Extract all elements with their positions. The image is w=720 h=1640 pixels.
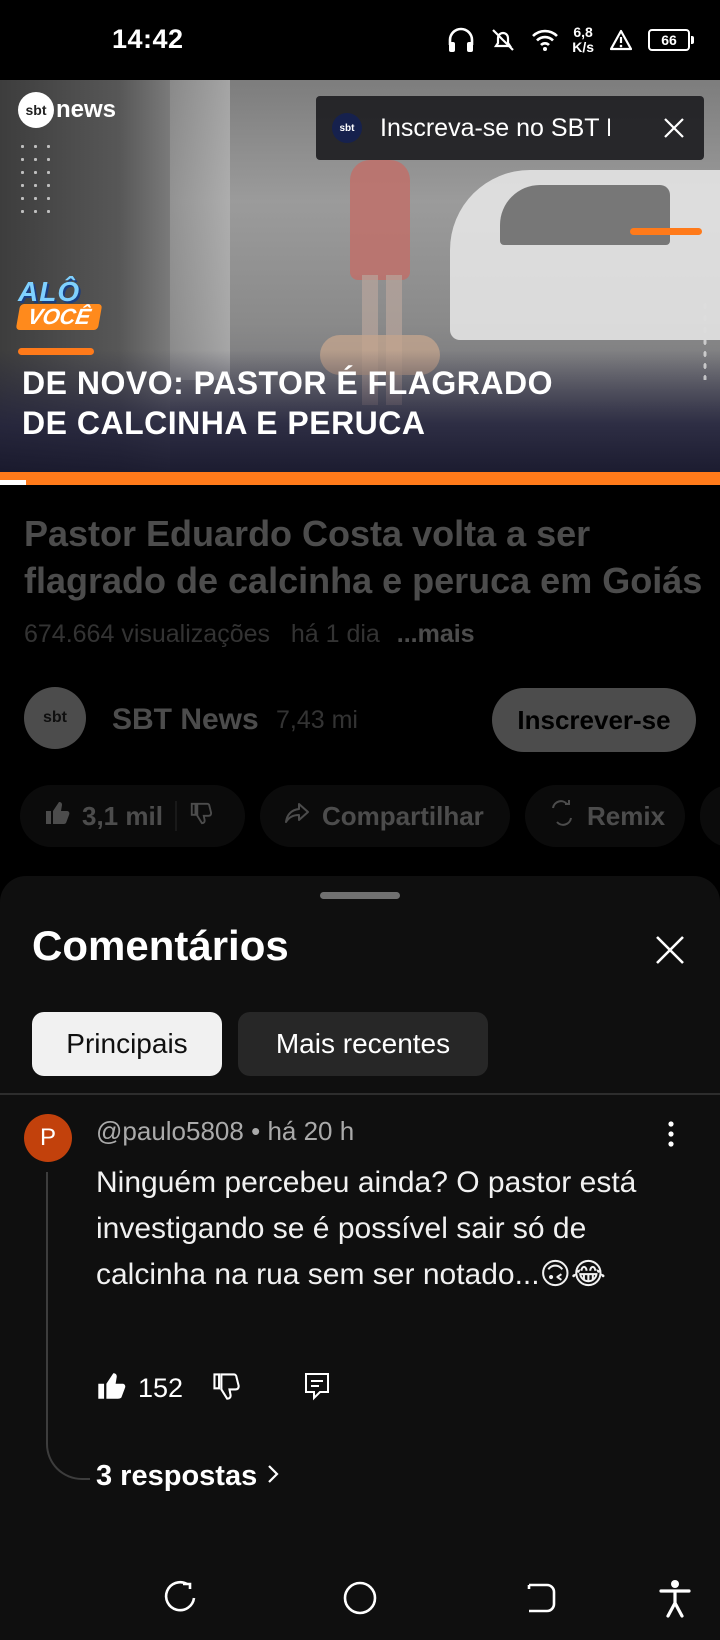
accessibility-icon[interactable] [652, 1575, 698, 1621]
chip-top-comments[interactable]: Principais [32, 1012, 222, 1076]
comment-actions: 152 [96, 1366, 331, 1410]
status-icons: 6,8 K/s 66 [446, 20, 694, 60]
alert-icon [606, 25, 636, 55]
sbt-logo-text: news [56, 96, 117, 123]
sbt-news-logo: sbt news [18, 92, 116, 128]
close-icon[interactable] [650, 930, 690, 970]
video-title-line2: flagrado de calcinha e peruca em Goiás [24, 560, 703, 601]
drag-handle[interactable] [320, 892, 400, 899]
share-button[interactable]: Compartilhar [260, 785, 510, 847]
pill-divider [174, 801, 177, 831]
video-headline-line1: DE NOVO: PASTOR É FLAGRADO [22, 365, 553, 401]
video-headline: DE NOVO: PASTOR É FLAGRADO DE CALCINHA E… [22, 363, 712, 443]
more-actions-pill[interactable] [700, 785, 720, 847]
like-count: 3,1 mil [82, 800, 163, 831]
avatar[interactable]: P [24, 1114, 72, 1162]
reply-icon[interactable] [303, 1371, 331, 1406]
remix-icon [549, 799, 575, 833]
close-icon[interactable] [660, 114, 688, 142]
alo-logo-bottom: VOCÊ [15, 304, 103, 330]
share-label: Compartilhar [322, 800, 484, 831]
recents-icon[interactable] [157, 1575, 203, 1621]
comment-like-count: 152 [138, 1372, 184, 1403]
remix-label: Remix [587, 800, 666, 831]
comment-header: @paulo5808 • há 20 h [96, 1116, 354, 1147]
speed-value: 6,8 [573, 24, 593, 40]
upload-age: há 1 dia [290, 620, 380, 648]
video-title[interactable]: Pastor Eduardo Costa volta a ser flagrad… [24, 510, 704, 604]
replies-label: 3 respostas [96, 1460, 258, 1492]
wifi-icon [530, 25, 560, 55]
video-meta[interactable]: 674.664 visualizações há 1 dia ...mais [24, 620, 475, 649]
like-dislike-pill[interactable]: 3,1 mil [20, 785, 245, 847]
subscribe-button[interactable]: Inscrever-se [492, 688, 696, 752]
toast-channel-logo: sbt [332, 113, 362, 143]
view-replies-link[interactable]: 3 respostas [96, 1460, 281, 1493]
subscribe-toast[interactable]: sbt Inscreva-se no SBT News [316, 96, 704, 160]
comments-sheet: Comentários Principais Mais recentes P @… [0, 876, 720, 1640]
speed-indicator: 6,8 K/s [572, 25, 594, 55]
chevron-right-icon [265, 1460, 281, 1493]
thumbs-down-icon[interactable] [189, 801, 213, 832]
speed-unit: K/s [572, 39, 594, 55]
thread-line [46, 1172, 90, 1480]
video-headline-line2: DE CALCINHA E PERUCA [22, 405, 426, 441]
headphones-icon [446, 25, 476, 55]
more-link[interactable]: ...mais [397, 620, 475, 648]
video-scene-pillar [170, 80, 230, 380]
alo-voce-logo: ALÔ VOCÊ [15, 276, 112, 330]
thumbs-down-icon[interactable] [211, 1371, 241, 1406]
remix-button[interactable]: Remix [525, 785, 685, 847]
toast-text: Inscreva-se no SBT News [380, 113, 610, 142]
home-icon[interactable] [337, 1575, 383, 1621]
comment-text: Ninguém percebeu ainda? O pastor está in… [96, 1166, 637, 1291]
mute-icon [488, 25, 518, 55]
navigation-bar [0, 1555, 720, 1640]
comments-title: Comentários [32, 922, 289, 969]
video-progress-played [0, 480, 26, 485]
video-title-line1: Pastor Eduardo Costa volta a ser [24, 513, 591, 554]
decorative-orange-line [18, 348, 94, 355]
status-time: 14:42 [112, 24, 184, 54]
decorative-orange-dash [630, 228, 702, 235]
share-icon [284, 801, 310, 832]
video-scene-car-window [500, 185, 670, 245]
back-icon[interactable] [517, 1575, 563, 1621]
comment-separator: • [251, 1116, 261, 1146]
more-vert-icon[interactable] [656, 1112, 686, 1156]
battery-icon: 66 [648, 29, 694, 51]
status-bar: 14:42 6,8 K/s 66 [0, 0, 720, 80]
thumbs-up-icon[interactable] [44, 800, 70, 833]
subscriber-count: 7,43 mi [276, 706, 358, 734]
comment-age: há 20 h [267, 1116, 355, 1146]
view-count: 674.664 visualizações [24, 620, 270, 648]
channel-name[interactable]: SBT News [112, 703, 259, 737]
video-player[interactable]: sbt news ALÔ VOCÊ DE NOVO: PASTOR É FLAG… [0, 80, 720, 485]
channel-avatar[interactable]: sbt [24, 687, 86, 749]
divider [0, 1093, 720, 1095]
comment-author[interactable]: @paulo5808 [96, 1116, 244, 1146]
video-scene-person [350, 160, 410, 280]
decorative-dot-grid [16, 140, 56, 220]
sbt-logo-badge: sbt [18, 92, 54, 128]
video-progress-bar[interactable] [0, 472, 720, 485]
thumbs-up-icon[interactable] [96, 1371, 126, 1406]
chip-newest-comments[interactable]: Mais recentes [238, 1012, 488, 1076]
